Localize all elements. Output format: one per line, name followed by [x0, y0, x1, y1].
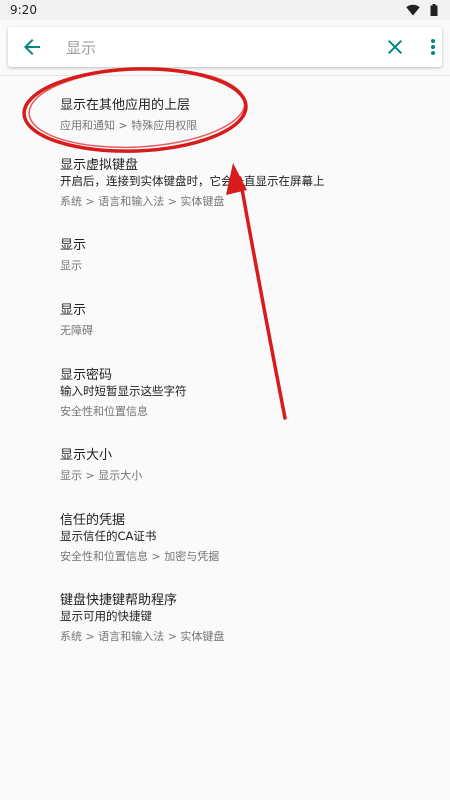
result-item[interactable]: 键盘快捷键帮助程序 显示可用的快捷键 系统 > 语言和输入法 > 实体键盘	[0, 581, 450, 647]
status-bar: 9:20	[0, 0, 450, 20]
result-summary: 开启后，连接到实体键盘时，它会一直显示在屏幕上	[60, 174, 325, 188]
result-item[interactable]: 显示密码 输入时短暂显示这些字符 安全性和位置信息	[0, 356, 450, 422]
result-path: 显示 > 显示大小	[60, 469, 143, 482]
clear-button[interactable]	[383, 35, 407, 59]
arrow-back-icon	[24, 39, 40, 55]
result-item[interactable]: 显示 无障碍	[0, 291, 450, 351]
result-path: 无障碍	[60, 324, 93, 337]
result-title: 键盘快捷键帮助程序	[60, 593, 178, 608]
search-input[interactable]	[66, 35, 366, 59]
result-summary: 显示可用的快捷键	[60, 609, 152, 623]
status-icons	[406, 4, 438, 16]
result-title: 显示在其他应用的上层	[60, 98, 191, 113]
result-title: 显示大小	[60, 448, 113, 463]
result-item[interactable]: 显示 显示	[0, 226, 450, 286]
result-item[interactable]: 显示在其他应用的上层 应用和通知 > 特殊应用权限	[0, 82, 450, 144]
close-icon	[388, 40, 402, 54]
battery-icon	[430, 4, 438, 16]
result-title: 信任的凭据	[60, 513, 126, 528]
result-summary: 输入时短暂显示这些字符	[60, 384, 187, 398]
result-path: 应用和通知 > 特殊应用权限	[60, 119, 198, 132]
result-summary: 显示信任的CA证书	[60, 529, 157, 543]
result-title: 显示	[60, 238, 87, 253]
result-title: 显示	[60, 303, 87, 318]
wifi-icon	[406, 4, 420, 16]
result-item[interactable]: 显示虚拟键盘 开启后，连接到实体键盘时，它会一直显示在屏幕上 系统 > 语言和输…	[0, 146, 450, 212]
result-path: 安全性和位置信息	[60, 405, 148, 418]
result-path: 显示	[60, 259, 82, 272]
result-item[interactable]: 显示大小 显示 > 显示大小	[0, 436, 450, 496]
more-vert-icon	[431, 39, 435, 55]
status-time: 9:20	[10, 3, 37, 17]
result-path: 安全性和位置信息 > 加密与凭据	[60, 550, 220, 563]
divider	[0, 75, 450, 76]
result-path: 系统 > 语言和输入法 > 实体键盘	[60, 630, 225, 643]
result-item[interactable]: 信任的凭据 显示信任的CA证书 安全性和位置信息 > 加密与凭据	[0, 501, 450, 567]
more-options-button[interactable]	[421, 35, 445, 59]
result-path: 系统 > 语言和输入法 > 实体键盘	[60, 195, 225, 208]
result-title: 显示密码	[60, 368, 113, 383]
search-bar	[8, 27, 442, 67]
result-title: 显示虚拟键盘	[60, 158, 139, 173]
back-button[interactable]	[20, 35, 44, 59]
